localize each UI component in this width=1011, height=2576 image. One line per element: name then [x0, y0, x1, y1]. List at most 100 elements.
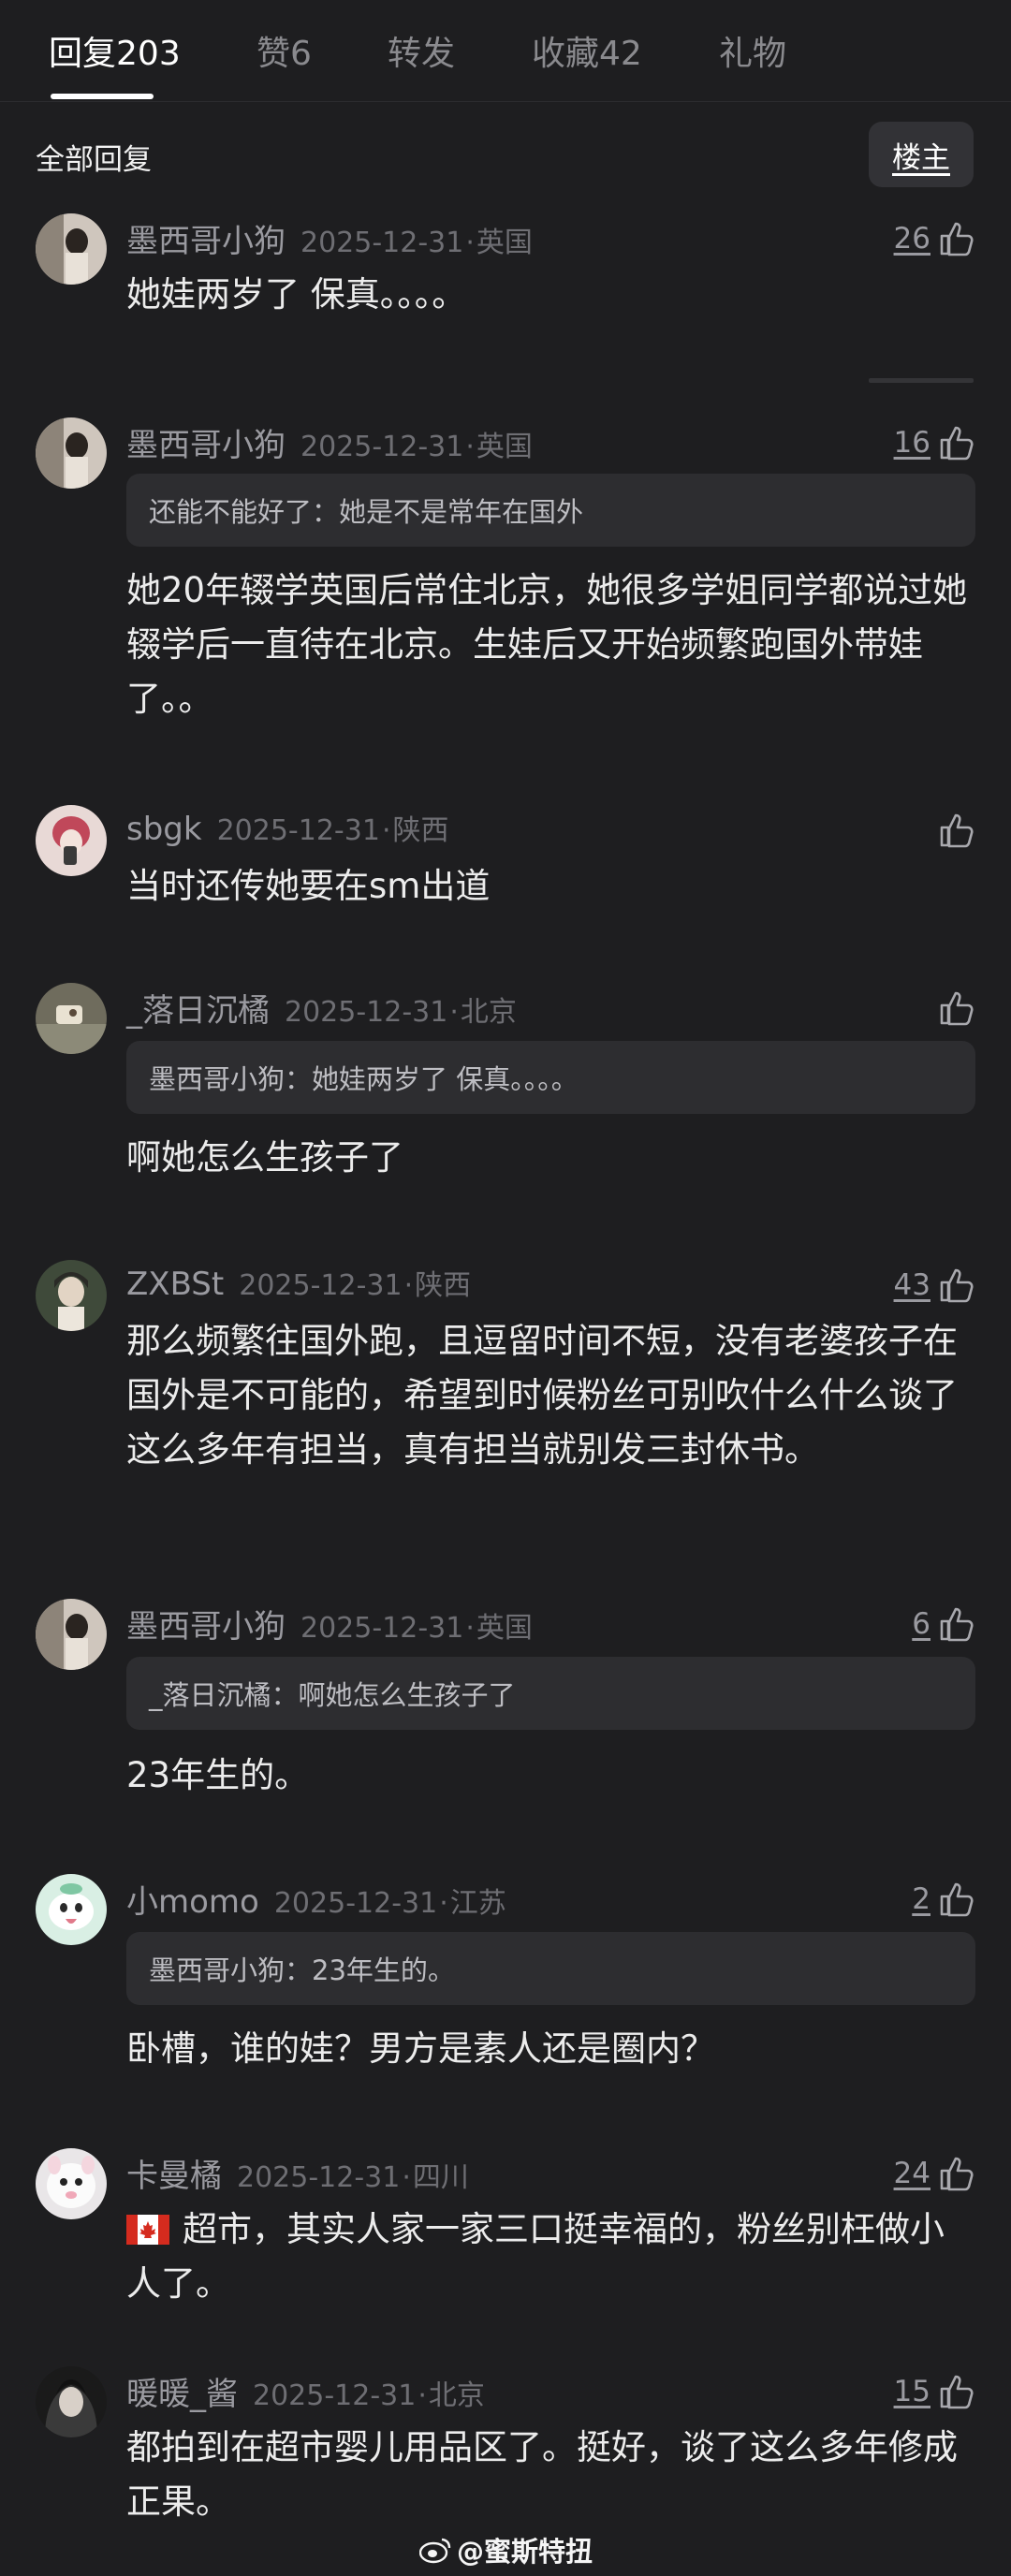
thumbs-up-icon	[940, 1882, 974, 1917]
quoted-text: 她是不是常年在国外	[339, 496, 584, 528]
like-count: 15	[893, 2375, 930, 2408]
canada-flag-icon	[126, 2215, 169, 2245]
username[interactable]: sbgk	[126, 811, 202, 848]
avatar[interactable]	[36, 2148, 107, 2219]
username[interactable]: 小momo	[126, 1876, 259, 1922]
comment-date: 2025-12-31	[273, 1887, 438, 1920]
tab-favorites-count: 42	[599, 35, 642, 73]
quoted-username: 墨西哥小狗	[149, 1063, 286, 1095]
username[interactable]: 墨西哥小狗	[126, 419, 286, 465]
thumbs-up-icon	[940, 1268, 974, 1303]
like-button[interactable]: 16	[894, 419, 977, 466]
thumbs-up-icon	[940, 1607, 974, 1642]
tab-divider	[0, 101, 1011, 102]
watermark-text: @蜜斯特扭	[457, 2536, 593, 2568]
avatar[interactable]	[36, 417, 107, 489]
owner-only-button[interactable]: 楼主	[869, 122, 974, 187]
comment-date: 2025-12-31	[239, 1269, 403, 1302]
quoted-username: 墨西哥小狗	[149, 1954, 286, 1986]
comment-meta: 墨西哥小狗 2025-12-31 · 英国	[126, 419, 533, 464]
active-tab-indicator	[51, 94, 154, 99]
comment-text: 卧槽，谁的娃？男方是素人还是圈内？	[126, 2028, 715, 2069]
like-button[interactable]: 43	[894, 1262, 977, 1309]
comment-location: 北京	[428, 2379, 485, 2412]
like-button[interactable]: 15	[894, 2368, 977, 2415]
username[interactable]: ZXBSt	[126, 1266, 224, 1303]
comment-location: 陕西	[392, 814, 449, 847]
comment-text: 啊她怎么生孩子了	[126, 1137, 403, 1178]
username[interactable]: 墨西哥小狗	[126, 1601, 286, 1647]
username[interactable]: 卡曼橘	[126, 2150, 222, 2196]
username[interactable]: _落日沉橘	[126, 985, 270, 1031]
like-button[interactable]: 2	[912, 1876, 977, 1923]
avatar[interactable]	[36, 1260, 107, 1331]
all-replies-label: 全部回复	[36, 143, 152, 177]
tab-gifts-label: 礼物	[719, 35, 787, 73]
like-count: 26	[893, 222, 930, 256]
tab-favorites[interactable]: 收藏42	[532, 26, 642, 75]
watermark: @蜜斯特扭	[419, 2530, 593, 2569]
thumbs-up-icon	[940, 991, 974, 1026]
quoted-reply[interactable]: 墨西哥小狗： 23年生的。	[126, 1932, 975, 2005]
tab-bar: 回复203 赞6 转发 收藏42 礼物	[0, 0, 1011, 102]
avatar[interactable]	[36, 805, 107, 876]
tab-replies[interactable]: 回复203	[49, 26, 181, 75]
comment-date: 2025-12-31	[300, 1612, 464, 1645]
tab-reposts[interactable]: 转发	[388, 26, 455, 75]
comment-date: 2025-12-31	[237, 2161, 401, 2194]
avatar[interactable]	[36, 983, 107, 1054]
tab-likes[interactable]: 赞6	[256, 26, 312, 75]
comment-meta: sbgk 2025-12-31 · 陕西	[126, 807, 448, 848]
comment-meta: _落日沉橘 2025-12-31 · 北京	[126, 985, 517, 1030]
thumbs-up-icon	[940, 426, 974, 461]
like-button[interactable]: 24	[894, 2150, 977, 2197]
avatar[interactable]	[36, 2366, 107, 2437]
like-button[interactable]: 26	[894, 215, 977, 262]
like-button[interactable]: 6	[912, 1601, 977, 1647]
thumbs-up-icon	[940, 222, 974, 256]
username[interactable]: 墨西哥小狗	[126, 215, 286, 261]
comment-meta: 小momo 2025-12-31 · 江苏	[126, 1876, 506, 1921]
tab-replies-label: 回复	[49, 35, 117, 73]
like-count: 6	[912, 1607, 930, 1641]
comment-text: 当时还传她要在sm出道	[126, 866, 491, 906]
comment-location: 江苏	[449, 1887, 506, 1920]
comment-location: 四川	[412, 2161, 469, 2194]
thumbs-up-icon	[940, 813, 974, 848]
comment-text: 23年生的。	[126, 1755, 310, 1795]
thumbs-up-icon	[940, 2375, 974, 2409]
like-count: 24	[893, 2157, 930, 2190]
username[interactable]: 暖暖_酱	[126, 2368, 238, 2414]
quoted-text: 她娃两岁了 保真。。。。	[312, 1063, 579, 1095]
tab-replies-count: 203	[116, 35, 181, 73]
like-button[interactable]	[930, 985, 977, 1032]
comment-location: 英国	[476, 431, 533, 463]
weibo-logo-icon	[419, 2538, 451, 2564]
comment-location: 英国	[476, 1612, 533, 1645]
quoted-reply[interactable]: 还能不能好了：她是不是常年在国外	[126, 474, 975, 547]
like-count: 2	[912, 1882, 930, 1916]
avatar[interactable]	[36, 1874, 107, 1945]
comment-meta: 墨西哥小狗 2025-12-31 · 英国	[126, 215, 533, 260]
avatar[interactable]	[36, 1599, 107, 1670]
quoted-text: 啊她怎么生孩子了	[298, 1679, 516, 1711]
like-button[interactable]	[930, 807, 977, 854]
owner-only-label: 楼主	[892, 140, 950, 175]
avatar[interactable]	[36, 213, 107, 285]
quoted-username: 还能不能好了	[149, 496, 313, 528]
like-count: 16	[893, 426, 930, 460]
comment-text: 都拍到在超市婴儿用品区了。挺好，谈了这么多年修成正果。	[126, 2427, 958, 2522]
quoted-text: 23年生的。	[312, 1954, 455, 1986]
comment-text-content: 超市，其实人家一家三口挺幸福的，粉丝别枉做小人了。	[126, 2209, 945, 2304]
comment-text: 她娃两岁了 保真。。。。	[126, 274, 467, 315]
quoted-reply[interactable]: 墨西哥小狗：她娃两岁了 保真。。。。	[126, 1041, 975, 1114]
comment-location: 陕西	[415, 1269, 472, 1302]
tab-gifts[interactable]: 礼物	[719, 26, 786, 75]
quoted-username: _落日沉橘	[149, 1679, 271, 1711]
thumbs-up-icon	[940, 2157, 974, 2191]
tab-likes-count: 6	[290, 35, 312, 73]
comment-date: 2025-12-31	[300, 431, 464, 463]
comment-meta: ZXBSt 2025-12-31 · 陕西	[126, 1262, 471, 1303]
tab-reposts-label: 转发	[388, 35, 456, 73]
quoted-reply[interactable]: _落日沉橘：啊她怎么生孩子了	[126, 1657, 975, 1730]
